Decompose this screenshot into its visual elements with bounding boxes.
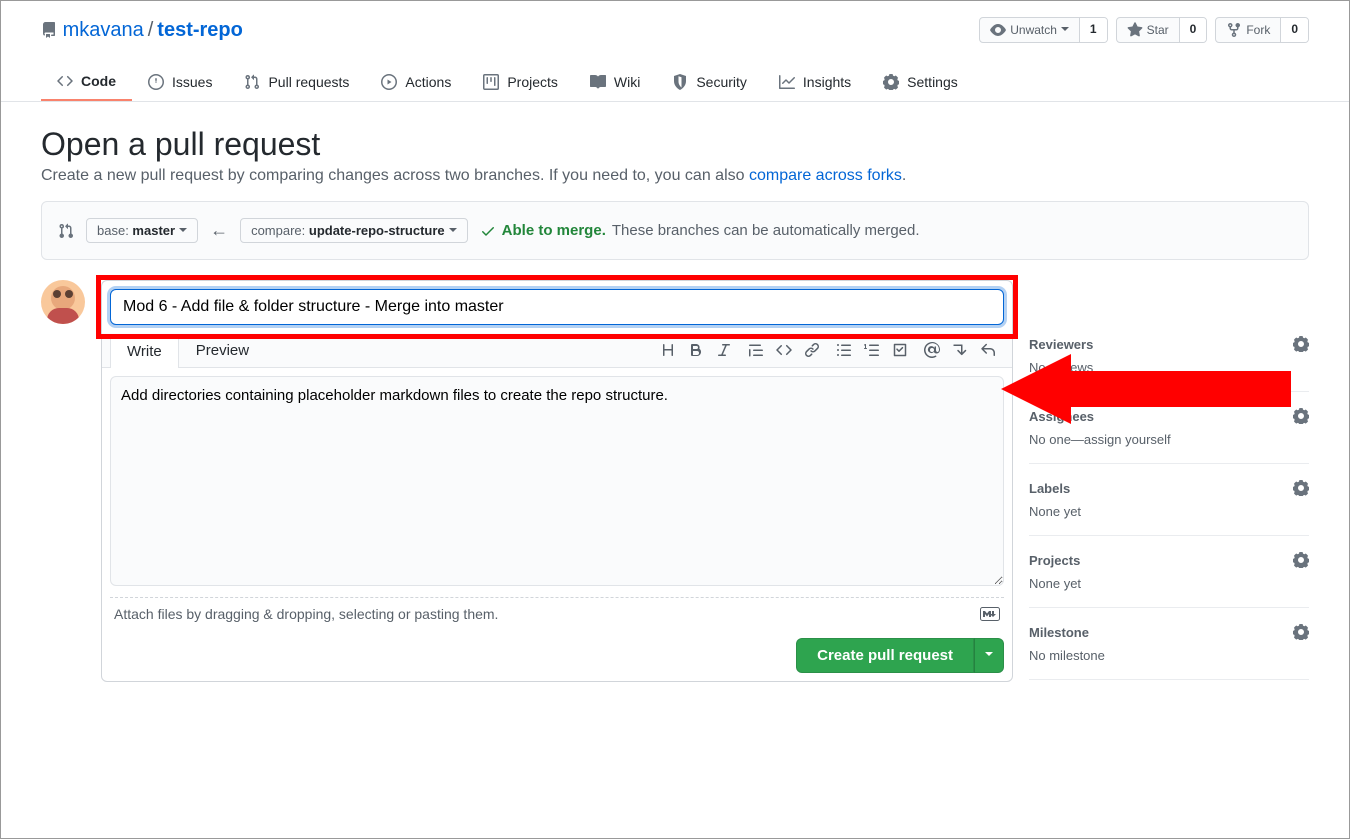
- tab-security[interactable]: Security: [656, 63, 763, 101]
- tab-insights[interactable]: Insights: [763, 63, 867, 101]
- tab-pull-requests[interactable]: Pull requests: [228, 63, 365, 101]
- assign-yourself-link[interactable]: assign yourself: [1084, 432, 1171, 447]
- sidebar: Reviewers No reviews Assignees No one—as…: [1029, 280, 1309, 682]
- compare-icon: [58, 223, 74, 239]
- user-avatar: [41, 280, 85, 324]
- formatting-toolbar: [660, 342, 1004, 358]
- project-icon: [483, 74, 499, 90]
- mention-icon[interactable]: [924, 342, 940, 358]
- gear-icon[interactable]: [1293, 552, 1309, 568]
- sidebar-labels[interactable]: Labels None yet: [1029, 464, 1309, 536]
- gear-icon: [883, 74, 899, 90]
- create-pr-dropdown[interactable]: [974, 638, 1004, 673]
- quote-icon[interactable]: [748, 342, 764, 358]
- check-icon: [480, 223, 496, 239]
- tab-wiki[interactable]: Wiki: [574, 63, 656, 101]
- repo-actions: Unwatch 1 Star 0 Fork 0: [979, 17, 1309, 43]
- shield-icon: [672, 74, 688, 90]
- heading-icon[interactable]: [660, 342, 676, 358]
- preview-tab[interactable]: Preview: [179, 333, 266, 367]
- watch-button[interactable]: Unwatch 1: [979, 17, 1107, 43]
- arrow-left-icon: ←: [210, 220, 228, 241]
- compare-branch-select[interactable]: compare: update-repo-structure: [240, 218, 468, 243]
- tab-issues[interactable]: Issues: [132, 63, 228, 101]
- compare-forks-link[interactable]: compare across forks: [749, 167, 902, 184]
- merge-status: Able to merge. These branches can be aut…: [480, 222, 920, 239]
- pr-icon: [244, 74, 260, 90]
- compare-bar: base: master ← compare: update-repo-stru…: [41, 201, 1309, 260]
- star-count: 0: [1180, 18, 1207, 42]
- markdown-icon: [980, 607, 1000, 621]
- tasklist-icon[interactable]: [892, 342, 908, 358]
- write-tab[interactable]: Write: [110, 334, 179, 368]
- base-branch-select[interactable]: base: master: [86, 218, 198, 243]
- book-icon: [590, 74, 606, 90]
- star-button[interactable]: Star 0: [1116, 17, 1208, 43]
- tab-actions[interactable]: Actions: [365, 63, 467, 101]
- gear-icon[interactable]: [1293, 336, 1309, 352]
- page-title: Open a pull request: [41, 126, 1309, 163]
- owner-link[interactable]: mkavana: [63, 19, 144, 42]
- fork-icon: [1226, 22, 1242, 38]
- attach-hint[interactable]: Attach files by dragging & dropping, sel…: [110, 597, 1004, 630]
- sidebar-milestone[interactable]: Milestone No milestone: [1029, 608, 1309, 680]
- watch-count: 1: [1080, 18, 1107, 42]
- codeblock-icon[interactable]: [776, 342, 792, 358]
- comment-box: Write Preview: [101, 280, 1013, 682]
- create-pr-button[interactable]: Create pull request: [796, 638, 974, 673]
- sidebar-assignees[interactable]: Assignees No one—assign yourself: [1029, 392, 1309, 464]
- italic-icon[interactable]: [716, 342, 732, 358]
- eye-icon: [990, 22, 1006, 38]
- sidebar-reviewers[interactable]: Reviewers No reviews: [1029, 320, 1309, 392]
- fork-count: 0: [1281, 18, 1308, 42]
- gear-icon[interactable]: [1293, 480, 1309, 496]
- ul-icon[interactable]: [836, 342, 852, 358]
- star-icon: [1127, 22, 1143, 38]
- play-icon: [381, 74, 397, 90]
- fork-button[interactable]: Fork 0: [1215, 17, 1309, 43]
- subtitle: Create a new pull request by comparing c…: [41, 167, 1309, 185]
- repo-path: mkavana / test-repo: [41, 19, 243, 42]
- graph-icon: [779, 74, 795, 90]
- repo-nav: Code Issues Pull requests Actions Projec…: [1, 63, 1349, 102]
- bold-icon[interactable]: [688, 342, 704, 358]
- reply-icon[interactable]: [980, 342, 996, 358]
- repo-icon: [41, 22, 57, 38]
- reference-icon[interactable]: [952, 342, 968, 358]
- repo-link[interactable]: test-repo: [157, 19, 243, 42]
- gear-icon[interactable]: [1293, 624, 1309, 640]
- gear-icon[interactable]: [1293, 408, 1309, 424]
- tab-settings[interactable]: Settings: [867, 63, 974, 101]
- tab-projects[interactable]: Projects: [467, 63, 574, 101]
- code-icon: [57, 73, 73, 89]
- tab-code[interactable]: Code: [41, 63, 132, 101]
- ol-icon[interactable]: [864, 342, 880, 358]
- sidebar-projects[interactable]: Projects None yet: [1029, 536, 1309, 608]
- link-icon[interactable]: [804, 342, 820, 358]
- pr-title-input[interactable]: [110, 289, 1004, 325]
- issue-icon: [148, 74, 164, 90]
- pr-body-textarea[interactable]: Add directories containing placeholder m…: [110, 376, 1004, 586]
